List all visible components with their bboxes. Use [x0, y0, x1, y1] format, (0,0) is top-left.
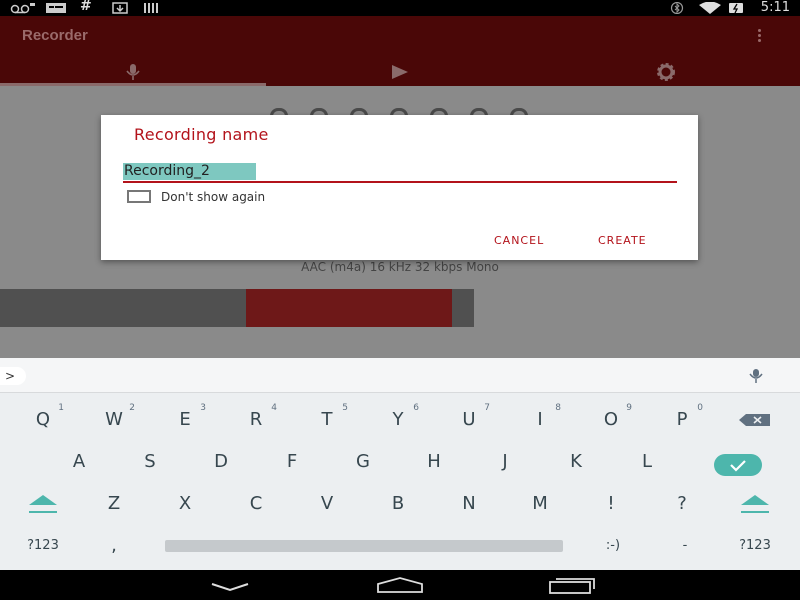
format-info: AAC (m4a) 16 kHz 32 kbps Mono [301, 260, 499, 274]
message-icon [46, 3, 66, 13]
backspace-icon [739, 414, 770, 426]
key-f[interactable]: F [257, 442, 327, 482]
key-u[interactable]: U7 [434, 400, 504, 440]
recents-icon[interactable] [548, 576, 596, 594]
microphone-icon [126, 64, 140, 80]
key-j[interactable]: J [470, 442, 540, 482]
spacebar[interactable] [165, 540, 563, 552]
emoticon-key[interactable]: :-) [578, 526, 648, 566]
key-dash[interactable]: - [650, 526, 720, 566]
dont-show-again-label[interactable]: Don't show again [161, 190, 265, 204]
key-t[interactable]: T5 [292, 400, 362, 440]
bluetooth-icon [670, 2, 684, 14]
key-b[interactable]: B [363, 484, 433, 524]
app-toolbar: Recorder [0, 16, 800, 86]
key-r[interactable]: R4 [221, 400, 291, 440]
barcode-icon [144, 3, 158, 13]
key-h[interactable]: H [399, 442, 469, 482]
soft-keyboard: > Q1 W2 E3 R4 T5 Y6 U7 I8 O9 P0 A S D F … [0, 358, 800, 570]
navigation-bar [0, 570, 800, 600]
download-icon [112, 2, 128, 14]
tab-play[interactable] [266, 60, 532, 86]
wifi-icon [699, 2, 721, 14]
shift-key-left[interactable] [8, 484, 78, 524]
key-comma[interactable]: , [79, 526, 149, 566]
battery-icon [729, 3, 743, 14]
tab-settings[interactable] [532, 60, 800, 86]
symbols-key-right[interactable]: ?123 [720, 526, 790, 566]
voicemail-icon [10, 3, 35, 14]
hash-icon: # [80, 0, 92, 14]
waveform-recorded [0, 289, 246, 327]
key-p[interactable]: P0 [647, 400, 717, 440]
voice-input-icon[interactable] [747, 368, 765, 384]
key-s[interactable]: S [115, 442, 185, 482]
create-button[interactable]: CREATE [598, 234, 647, 247]
key-i[interactable]: I8 [505, 400, 575, 440]
play-icon [392, 65, 408, 79]
status-bar: # 5:11 [0, 0, 800, 16]
key-o[interactable]: O9 [576, 400, 646, 440]
recording-name-input[interactable] [123, 161, 677, 183]
dialog-title: Recording name [134, 125, 269, 144]
waveform-tail [452, 289, 474, 327]
cancel-button[interactable]: CANCEL [494, 234, 544, 247]
key-w[interactable]: W2 [79, 400, 149, 440]
key-a[interactable]: A [44, 442, 114, 482]
key-d[interactable]: D [186, 442, 256, 482]
checkmark-icon [730, 460, 746, 472]
key-m[interactable]: M [505, 484, 575, 524]
overflow-menu-button[interactable] [750, 26, 770, 46]
key-q[interactable]: Q1 [8, 400, 78, 440]
clock: 5:11 [760, 0, 790, 15]
key-n[interactable]: N [434, 484, 504, 524]
key-c[interactable]: C [221, 484, 291, 524]
enter-key[interactable] [714, 454, 762, 476]
home-icon[interactable] [376, 576, 424, 594]
gear-icon [657, 63, 675, 81]
app-title: Recorder [22, 27, 88, 44]
suggestion-strip: > [0, 358, 800, 393]
key-exclamation[interactable]: ! [576, 484, 646, 524]
key-k[interactable]: K [541, 442, 611, 482]
key-g[interactable]: G [328, 442, 398, 482]
shift-key-right[interactable] [720, 484, 790, 524]
symbols-key-left[interactable]: ?123 [8, 526, 78, 566]
shift-icon [29, 495, 57, 513]
tab-indicator [0, 83, 266, 86]
key-l[interactable]: L [612, 442, 682, 482]
waveform-selection [246, 289, 452, 327]
dont-show-again-checkbox[interactable] [127, 190, 151, 203]
suggestion-expand-button[interactable]: > [0, 367, 26, 385]
shift-icon [741, 495, 769, 513]
key-question[interactable]: ? [647, 484, 717, 524]
key-e[interactable]: E3 [150, 400, 220, 440]
key-z[interactable]: Z [79, 484, 149, 524]
key-v[interactable]: V [292, 484, 362, 524]
backspace-key[interactable] [720, 400, 790, 440]
back-icon[interactable] [210, 576, 250, 594]
recording-name-dialog: Recording name Don't show again CANCEL C… [101, 115, 698, 260]
key-x[interactable]: X [150, 484, 220, 524]
key-y[interactable]: Y6 [363, 400, 433, 440]
